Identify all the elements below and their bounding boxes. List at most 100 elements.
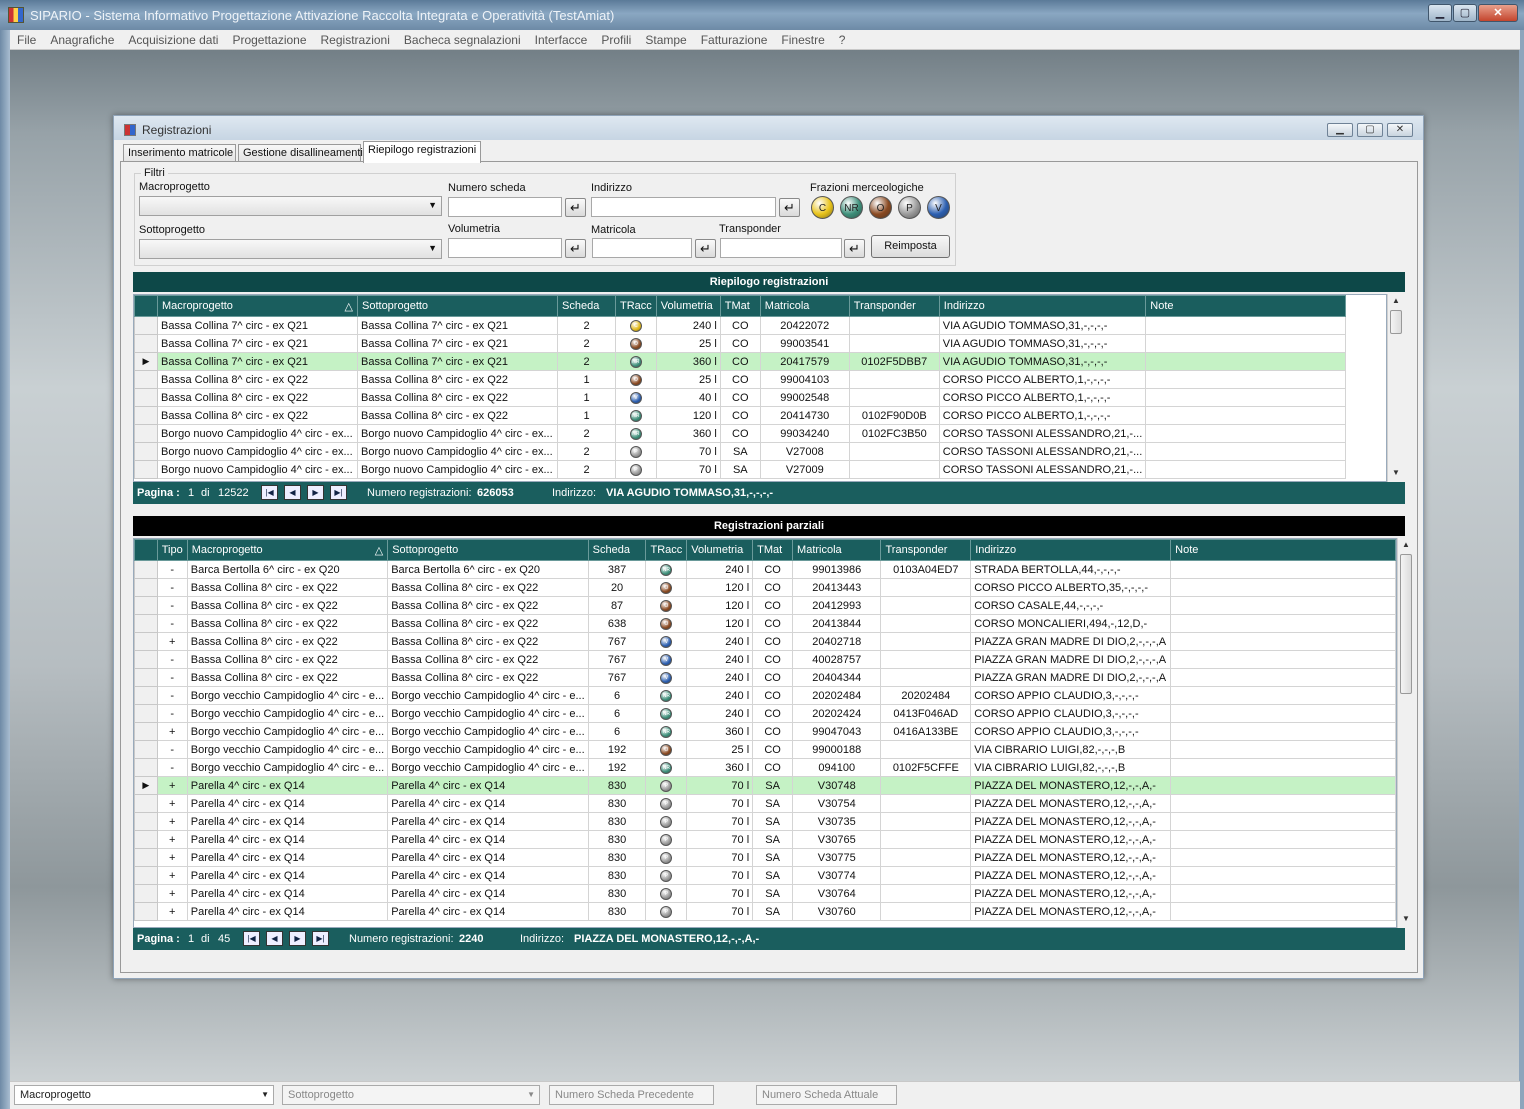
row-header[interactable] <box>134 812 158 831</box>
close-button[interactable]: ✕ <box>1478 4 1518 22</box>
last-page-button[interactable]: ▶| <box>312 931 329 946</box>
column-header-tmat[interactable]: TMat <box>719 295 761 317</box>
table-row[interactable]: - Borgo vecchio Campidoglio 4^ circ - e..… <box>134 686 1396 705</box>
row-header[interactable] <box>134 406 158 425</box>
table-row[interactable]: Borgo nuovo Campidoglio 4^ circ - ex... B… <box>134 424 1347 443</box>
table-row[interactable]: - Bassa Collina 8^ circ - ex Q22 Bassa Col… <box>134 614 1396 633</box>
last-page-button[interactable]: ▶| <box>330 485 347 500</box>
row-header[interactable] <box>134 388 158 407</box>
tab-inserimento-matricole[interactable]: Inserimento matricole <box>123 144 236 162</box>
child-maximize-button[interactable]: ▢ <box>1357 123 1383 137</box>
child-minimize-button[interactable]: ▁ <box>1327 123 1353 137</box>
column-header-matricola[interactable]: Matricola <box>759 295 850 317</box>
menu-fatturazione[interactable]: Fatturazione <box>694 30 775 50</box>
table-row[interactable]: Bassa Collina 8^ circ - ex Q22 Bassa Coll… <box>134 370 1347 389</box>
indirizzo-enter-button[interactable]: ↵ <box>779 198 800 217</box>
row-header[interactable] <box>134 596 158 615</box>
row-header[interactable] <box>134 632 158 651</box>
row-header[interactable] <box>134 902 158 921</box>
numero-scheda-input[interactable] <box>448 197 562 217</box>
volumetria-enter-button[interactable]: ↵ <box>565 239 586 258</box>
column-header-tmat[interactable]: TMat <box>752 539 794 561</box>
macroprogetto-select[interactable]: ▼ <box>139 196 442 216</box>
parziali-scrollbar[interactable]: ▲ ▼ <box>1397 538 1415 928</box>
indirizzo-input[interactable] <box>591 197 776 217</box>
row-header[interactable] <box>134 578 158 597</box>
menu-stampe[interactable]: Stampe <box>638 30 693 50</box>
menu-anagrafiche[interactable]: Anagrafiche <box>43 30 121 50</box>
minimize-button[interactable]: ▁ <box>1428 4 1452 22</box>
table-row[interactable]: Bassa Collina 8^ circ - ex Q22 Bassa Coll… <box>134 406 1347 425</box>
child-close-button[interactable]: ✕ <box>1387 123 1413 137</box>
table-row[interactable]: + Bassa Collina 8^ circ - ex Q22 Bassa Col… <box>134 632 1396 651</box>
table-row[interactable]: + Parella 4^ circ - ex Q14 Parella 4^ circ… <box>134 794 1396 813</box>
table-row[interactable]: + Parella 4^ circ - ex Q14 Parella 4^ circ… <box>134 812 1396 831</box>
first-page-button[interactable]: |◀ <box>261 485 278 500</box>
column-header-macroprogetto[interactable]: Macroprogetto △ <box>157 295 358 317</box>
scroll-thumb[interactable] <box>1390 310 1402 334</box>
matricola-input[interactable] <box>592 238 692 258</box>
column-header-scheda[interactable]: Scheda <box>587 539 647 561</box>
next-page-button[interactable]: ▶ <box>307 485 324 500</box>
row-header[interactable] <box>134 460 158 479</box>
table-row[interactable]: Borgo nuovo Campidoglio 4^ circ - ex... B… <box>134 460 1347 479</box>
menu-file[interactable]: File <box>10 30 43 50</box>
table-row[interactable]: Bassa Collina 7^ circ - ex Q21 Bassa Coll… <box>134 334 1347 353</box>
table-row[interactable]: + Parella 4^ circ - ex Q14 Parella 4^ circ… <box>134 866 1396 885</box>
row-header[interactable] <box>134 794 158 813</box>
row-header[interactable] <box>134 370 158 389</box>
volumetria-input[interactable] <box>448 238 562 258</box>
table-row[interactable]: - Bassa Collina 8^ circ - ex Q22 Bassa Col… <box>134 578 1396 597</box>
current-row-indicator[interactable]: ▶ <box>134 352 158 371</box>
riepilogo-scrollbar[interactable]: ▲ ▼ <box>1387 294 1405 482</box>
scroll-up-icon[interactable]: ▲ <box>1402 540 1410 549</box>
column-header-note[interactable]: Note <box>1145 295 1347 317</box>
tab-gestione-disallineamenti[interactable]: Gestione disallineamenti <box>238 144 363 162</box>
column-header-note[interactable]: Note <box>1170 539 1396 561</box>
row-header[interactable] <box>134 884 158 903</box>
column-header-indirizzo[interactable]: Indirizzo <box>938 295 1147 317</box>
table-row[interactable]: - Bassa Collina 8^ circ - ex Q22 Bassa Col… <box>134 668 1396 687</box>
row-header[interactable] <box>134 848 158 867</box>
menu-help[interactable]: ? <box>832 30 853 50</box>
column-header-indirizzo[interactable]: Indirizzo <box>970 539 1172 561</box>
table-row[interactable]: - Borgo vecchio Campidoglio 4^ circ - e..… <box>134 704 1396 723</box>
column-header-tipo[interactable]: Tipo <box>156 539 188 561</box>
scroll-down-icon[interactable]: ▼ <box>1392 468 1400 477</box>
scroll-up-icon[interactable]: ▲ <box>1392 296 1400 305</box>
table-row[interactable]: ▶ Bassa Collina 7^ circ - ex Q21 Bassa Col… <box>134 352 1347 371</box>
row-header[interactable] <box>134 614 158 633</box>
column-header-sottoprogetto[interactable]: Sottoprogetto <box>387 539 589 561</box>
row-header[interactable] <box>134 424 158 443</box>
frazione-v-button[interactable]: V <box>927 196 950 219</box>
frazione-o-button[interactable]: O <box>869 196 892 219</box>
row-header[interactable] <box>134 316 158 335</box>
tab-riepilogo-registrazioni[interactable]: Riepilogo registrazioni <box>363 141 481 163</box>
row-header[interactable] <box>134 866 158 885</box>
menu-interfacce[interactable]: Interfacce <box>528 30 595 50</box>
row-header[interactable] <box>134 560 158 579</box>
table-row[interactable]: ▶ + Parella 4^ circ - ex Q14 Parella 4^ cir… <box>134 776 1396 795</box>
menu-bacheca-segnalazioni[interactable]: Bacheca segnalazioni <box>397 30 528 50</box>
scroll-thumb[interactable] <box>1400 554 1412 694</box>
prev-page-button[interactable]: ◀ <box>284 485 301 500</box>
next-page-button[interactable]: ▶ <box>289 931 306 946</box>
column-header-matricola[interactable]: Matricola <box>792 539 882 561</box>
row-header[interactable] <box>134 650 158 669</box>
table-row[interactable]: + Borgo vecchio Campidoglio 4^ circ - e..… <box>134 722 1396 741</box>
row-header[interactable] <box>134 830 158 849</box>
scroll-down-icon[interactable]: ▼ <box>1402 914 1410 923</box>
table-row[interactable]: + Parella 4^ circ - ex Q14 Parella 4^ circ… <box>134 884 1396 903</box>
numero-scheda-enter-button[interactable]: ↵ <box>565 198 586 217</box>
row-header[interactable] <box>134 722 158 741</box>
reimposta-button[interactable]: Reimposta <box>871 235 950 258</box>
column-header-volumetria[interactable]: Volumetria <box>655 295 721 317</box>
sottoprogetto-select[interactable]: ▼ <box>139 239 442 259</box>
row-header[interactable] <box>134 442 158 461</box>
frazione-p-button[interactable]: P <box>898 196 921 219</box>
table-row[interactable]: + Parella 4^ circ - ex Q14 Parella 4^ circ… <box>134 848 1396 867</box>
table-row[interactable]: - Bassa Collina 8^ circ - ex Q22 Bassa Col… <box>134 650 1396 669</box>
menu-finestre[interactable]: Finestre <box>774 30 831 50</box>
transponder-enter-button[interactable]: ↵ <box>844 239 865 258</box>
table-row[interactable]: - Borgo vecchio Campidoglio 4^ circ - e..… <box>134 740 1396 759</box>
